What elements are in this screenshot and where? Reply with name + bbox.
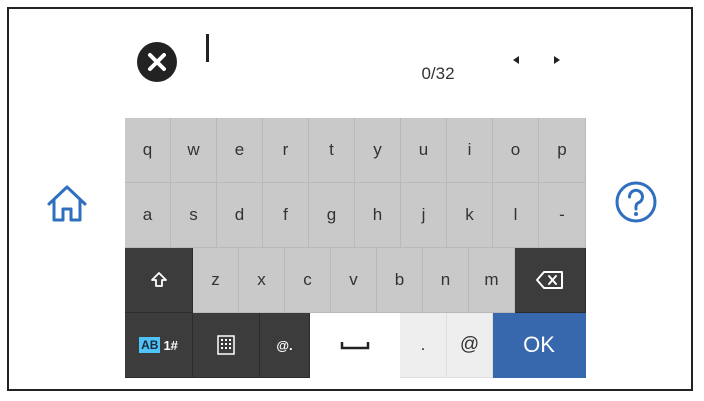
shift-arrow-icon	[150, 272, 167, 287]
triangle-right-icon	[554, 56, 560, 64]
on-screen-keyboard: q w e r t y u i o p a s d f g h j k l - …	[125, 118, 586, 378]
key-i[interactable]: i	[447, 118, 493, 183]
key-k[interactable]: k	[447, 183, 493, 248]
key-a[interactable]: a	[125, 183, 171, 248]
keypad-icon	[217, 335, 235, 355]
keypad-key[interactable]	[193, 313, 260, 378]
close-icon	[148, 53, 166, 71]
backspace-key[interactable]	[515, 248, 586, 313]
key-p[interactable]: p	[539, 118, 586, 183]
home-button[interactable]	[44, 180, 90, 226]
key-z[interactable]: z	[193, 248, 239, 313]
key-w[interactable]: w	[171, 118, 217, 183]
mode-number-label: 1#	[163, 337, 178, 353]
key-d[interactable]: d	[217, 183, 263, 248]
key-n[interactable]: n	[423, 248, 469, 313]
key-hyphen[interactable]: -	[539, 183, 586, 248]
key-c[interactable]: c	[285, 248, 331, 313]
at-key[interactable]: @	[447, 313, 493, 378]
key-o[interactable]: o	[493, 118, 539, 183]
key-y[interactable]: y	[355, 118, 401, 183]
key-v[interactable]: v	[331, 248, 377, 313]
keyboard-row-3: z x c v b n m	[125, 248, 586, 313]
home-icon	[47, 185, 87, 222]
key-r[interactable]: r	[263, 118, 309, 183]
ok-button[interactable]: OK	[493, 313, 586, 378]
question-circle-icon	[615, 181, 657, 223]
input-mode-key[interactable]: AB 1#	[125, 313, 193, 378]
triangle-left-icon	[513, 56, 519, 64]
key-x[interactable]: x	[239, 248, 285, 313]
shift-key[interactable]	[125, 248, 193, 313]
key-t[interactable]: t	[309, 118, 355, 183]
keyboard-row-1: q w e r t y u i o p	[125, 118, 586, 183]
key-s[interactable]: s	[171, 183, 217, 248]
space-key[interactable]	[310, 313, 400, 378]
backspace-icon	[536, 271, 563, 289]
space-bar-icon	[340, 342, 369, 350]
character-counter: 0/32	[421, 64, 455, 83]
mode-ab-label: AB	[139, 337, 161, 353]
keyboard-row-4: AB 1# @. . @ OK	[125, 313, 586, 378]
key-u[interactable]: u	[401, 118, 447, 183]
key-e[interactable]: e	[217, 118, 263, 183]
text-caret	[206, 34, 209, 62]
cursor-left-button[interactable]	[504, 52, 528, 68]
help-button[interactable]	[614, 180, 658, 224]
key-f[interactable]: f	[263, 183, 309, 248]
cursor-right-button[interactable]	[545, 52, 569, 68]
email-symbols-key[interactable]: @.	[260, 313, 310, 378]
key-q[interactable]: q	[125, 118, 171, 183]
key-b[interactable]: b	[377, 248, 423, 313]
clear-text-button[interactable]	[137, 42, 177, 82]
key-g[interactable]: g	[309, 183, 355, 248]
key-j[interactable]: j	[401, 183, 447, 248]
period-key[interactable]: .	[400, 313, 447, 378]
keyboard-row-2: a s d f g h j k l -	[125, 183, 586, 248]
key-l[interactable]: l	[493, 183, 539, 248]
key-m[interactable]: m	[469, 248, 515, 313]
key-h[interactable]: h	[355, 183, 401, 248]
